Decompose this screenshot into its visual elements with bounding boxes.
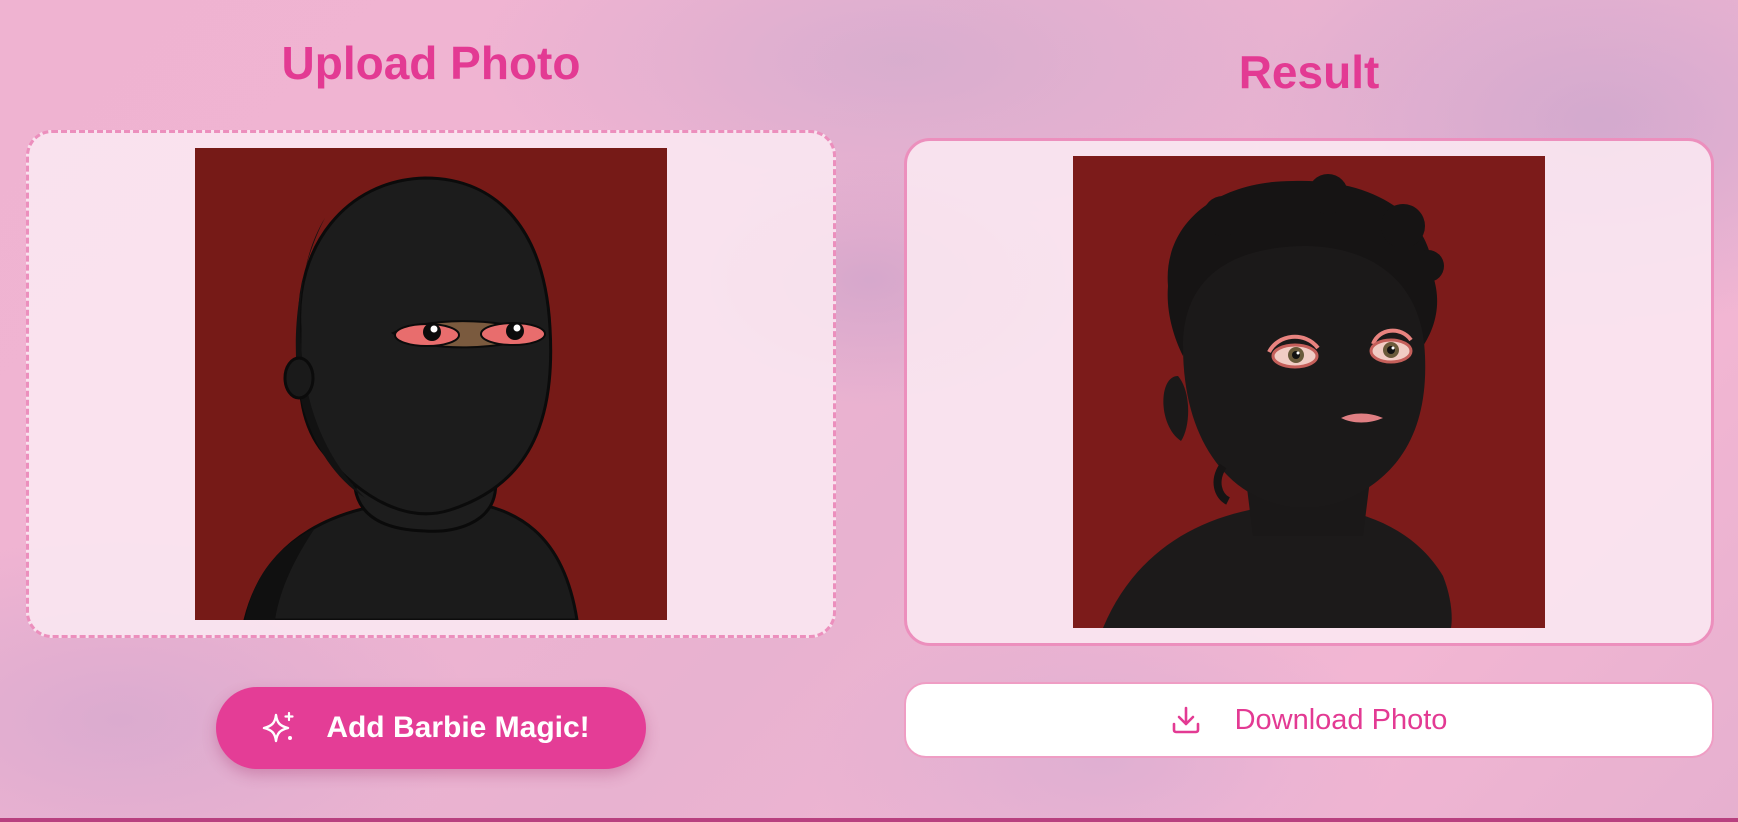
download-icon bbox=[1171, 705, 1201, 735]
upload-drop-zone[interactable] bbox=[26, 130, 836, 638]
result-title: Result bbox=[1238, 46, 1380, 98]
download-photo-label: Download Photo bbox=[1234, 703, 1448, 736]
add-barbie-magic-button[interactable]: Add Barbie Magic! bbox=[216, 687, 646, 769]
result-photo bbox=[1073, 156, 1545, 628]
upload-photo-title: Upload Photo bbox=[281, 37, 581, 89]
result-frame bbox=[904, 138, 1714, 646]
sparkles-icon bbox=[262, 711, 296, 745]
uploaded-photo bbox=[195, 148, 667, 620]
add-barbie-magic-label: Add Barbie Magic! bbox=[326, 711, 590, 744]
bottom-divider bbox=[0, 818, 1738, 822]
download-photo-button[interactable]: Download Photo bbox=[904, 682, 1714, 758]
